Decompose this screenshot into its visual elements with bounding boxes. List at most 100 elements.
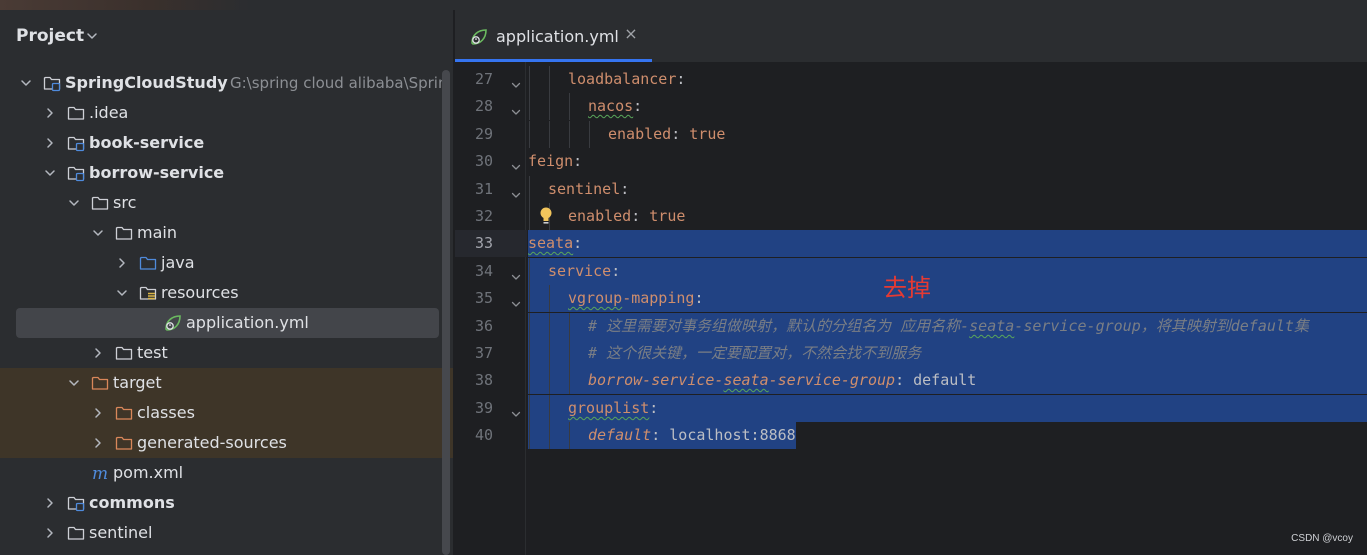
excluded-folder-icon bbox=[115, 404, 133, 422]
project-panel-title[interactable]: Project bbox=[16, 26, 84, 46]
fold-chevron-icon[interactable] bbox=[510, 183, 522, 198]
indent-guide bbox=[529, 258, 530, 285]
watermark: CSDN @vcoy bbox=[1291, 533, 1353, 544]
tree-item-label: generated-sources bbox=[137, 433, 287, 452]
fold-chevron-icon[interactable] bbox=[510, 73, 522, 88]
fold-chevron-icon[interactable] bbox=[510, 155, 522, 170]
code-line-36[interactable]: 36 # 这里需要对事务组做映射，默认的分组名为 应用名称-seata-servi… bbox=[455, 313, 1367, 340]
code-line-29[interactable]: 29 enabled: true bbox=[455, 121, 1367, 148]
chevron-down-icon[interactable] bbox=[114, 285, 130, 301]
tree-item-resources[interactable]: resources bbox=[0, 278, 441, 308]
project-panel-header[interactable]: Project bbox=[0, 10, 453, 62]
tree-item-commons[interactable]: commons bbox=[0, 488, 441, 518]
indent-guide bbox=[569, 340, 570, 367]
tree-item-label: test bbox=[137, 343, 168, 362]
fold-chevron-icon[interactable] bbox=[510, 292, 522, 307]
tab-application-yml[interactable]: application.yml × bbox=[455, 10, 652, 62]
chevron-down-icon[interactable] bbox=[18, 75, 34, 91]
tree-item-pom-xml[interactable]: m pom.xml bbox=[0, 458, 441, 488]
red-annotation-text: 去掉 bbox=[883, 274, 931, 302]
indent-guide bbox=[549, 340, 550, 367]
tree-item-book-service[interactable]: book-service bbox=[0, 128, 441, 158]
code-text: nacos: bbox=[588, 97, 643, 115]
window-top-accent bbox=[0, 0, 250, 10]
window-top-strip bbox=[0, 0, 1367, 10]
indent-guide bbox=[549, 66, 550, 93]
indent-guide bbox=[569, 313, 570, 340]
chevron-right-icon[interactable] bbox=[42, 525, 58, 541]
tree-item-idea[interactable]: .idea bbox=[0, 98, 441, 128]
indent-guide bbox=[549, 93, 550, 120]
chevron-down-icon[interactable] bbox=[84, 28, 100, 44]
svg-text:m: m bbox=[92, 464, 108, 482]
module-folder-icon bbox=[43, 74, 61, 92]
indent-guide bbox=[529, 367, 530, 394]
tree-item-sentinel[interactable]: sentinel bbox=[0, 518, 441, 548]
tree-item-src[interactable]: src bbox=[0, 188, 441, 218]
excluded-folder-icon bbox=[91, 374, 109, 392]
code-line-39[interactable]: 39 grouplist: bbox=[455, 395, 1367, 422]
chevron-down-icon[interactable] bbox=[90, 225, 106, 241]
indent-guide bbox=[529, 176, 530, 203]
chevron-down-icon[interactable] bbox=[42, 165, 58, 181]
code-line-38[interactable]: 38 borrow-service-seata-service-group: de… bbox=[455, 367, 1367, 394]
tree-item-label: resources bbox=[161, 283, 239, 302]
indent-guide bbox=[589, 121, 590, 148]
code-line-28[interactable]: 28 nacos: bbox=[455, 93, 1367, 120]
indent-guide bbox=[529, 395, 530, 422]
tree-item-borrow-service[interactable]: borrow-service bbox=[0, 158, 441, 188]
tree-item-application-yml[interactable]: application.yml bbox=[16, 308, 439, 338]
tree-item-label: sentinel bbox=[89, 523, 153, 542]
chevron-down-icon[interactable] bbox=[66, 375, 82, 391]
code-text: grouplist: bbox=[568, 399, 659, 417]
code-line-40[interactable]: 40 default: localhost:8868 bbox=[455, 422, 1367, 449]
chevron-right-icon[interactable] bbox=[114, 255, 130, 271]
line-number: 37 bbox=[474, 344, 493, 362]
indent-guide bbox=[549, 367, 550, 394]
indent-guide bbox=[549, 395, 550, 422]
code-line-32[interactable]: 32 enabled: true bbox=[455, 203, 1367, 230]
tree-item-java[interactable]: java bbox=[0, 248, 441, 278]
tree-item-target[interactable]: target bbox=[0, 368, 453, 398]
project-panel-scrollbar[interactable] bbox=[442, 70, 450, 555]
chevron-right-icon[interactable] bbox=[42, 105, 58, 121]
close-icon[interactable]: × bbox=[623, 24, 639, 44]
chevron-right-icon[interactable] bbox=[90, 345, 106, 361]
resources-folder-icon bbox=[139, 284, 157, 302]
fold-chevron-icon[interactable] bbox=[510, 265, 522, 280]
tree-item-classes[interactable]: classes bbox=[0, 398, 453, 428]
code-text: feign: bbox=[528, 152, 583, 170]
chevron-right-icon[interactable] bbox=[90, 435, 106, 451]
chevron-down-icon[interactable] bbox=[66, 195, 82, 211]
indent-guide bbox=[529, 66, 530, 93]
indent-guide bbox=[529, 313, 530, 340]
line-number: 35 bbox=[474, 289, 493, 307]
module-folder-icon bbox=[67, 494, 85, 512]
chevron-right-icon[interactable] bbox=[42, 135, 58, 151]
tree-item-main[interactable]: main bbox=[0, 218, 441, 248]
chevron-right-icon[interactable] bbox=[90, 405, 106, 421]
code-line-37[interactable]: 37 # 这个很关键，一定要配置对，不然会找不到服务 bbox=[455, 340, 1367, 367]
lightbulb-icon[interactable] bbox=[538, 206, 554, 228]
chevron-right-icon[interactable] bbox=[42, 495, 58, 511]
code-text: borrow-service-seata-service-group: defa… bbox=[588, 371, 977, 389]
tree-item-label: pom.xml bbox=[113, 463, 184, 482]
tree-item-generated-sources[interactable]: generated-sources bbox=[0, 428, 453, 458]
code-line-27[interactable]: 27 loadbalancer: bbox=[455, 66, 1367, 93]
spring-leaf-icon bbox=[163, 313, 183, 333]
indent-guide bbox=[569, 367, 570, 394]
code-line-30[interactable]: 30 feign: bbox=[455, 148, 1367, 175]
code-line-33[interactable]: 33 seata: bbox=[455, 230, 1367, 257]
code-text: default: localhost:8868 bbox=[588, 426, 796, 444]
module-folder-icon bbox=[67, 164, 85, 182]
indent-guide bbox=[569, 422, 570, 449]
indent-guide bbox=[529, 203, 530, 230]
code-line-31[interactable]: 31 sentinel: bbox=[455, 176, 1367, 203]
code-text: service: bbox=[548, 262, 621, 280]
code-text: loadbalancer: bbox=[568, 70, 686, 88]
fold-chevron-icon[interactable] bbox=[510, 402, 522, 417]
indent-guide bbox=[549, 285, 550, 312]
fold-chevron-icon[interactable] bbox=[510, 100, 522, 115]
tree-item-springcloudstudy[interactable]: SpringCloudStudy G:\spring cloud alibaba\… bbox=[0, 68, 447, 98]
tree-item-test[interactable]: test bbox=[0, 338, 441, 368]
